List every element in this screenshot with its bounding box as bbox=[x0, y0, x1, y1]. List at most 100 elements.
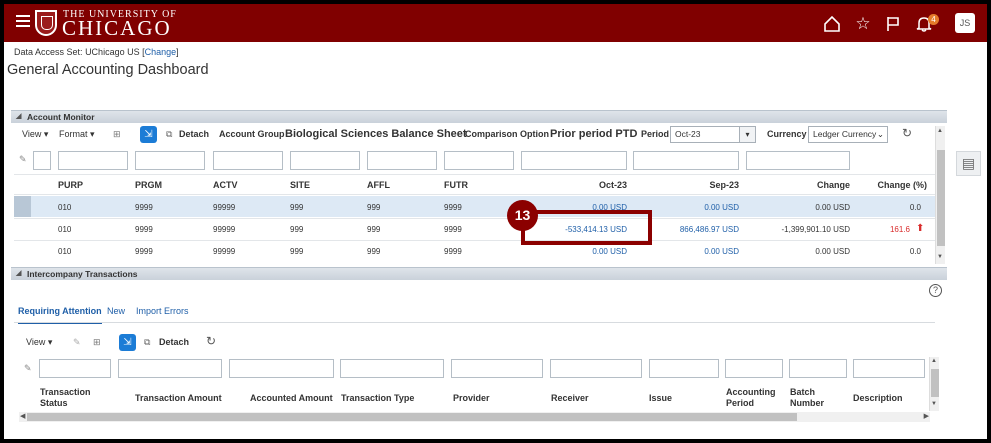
refresh-icon[interactable]: ↻ bbox=[902, 126, 912, 140]
chevron-down-icon[interactable]: ▾ bbox=[739, 127, 755, 142]
column-header[interactable]: Transaction Amount bbox=[135, 393, 222, 403]
column-header[interactable]: FUTR bbox=[444, 180, 468, 190]
sep-amount-link[interactable]: 0.00 USD bbox=[656, 247, 739, 256]
format-menu[interactable]: Format ▾ bbox=[59, 129, 95, 140]
sep-amount-link[interactable]: 866,486.97 USD bbox=[656, 225, 739, 234]
vertical-scrollbar[interactable]: ▲ ▼ bbox=[935, 126, 945, 264]
collapse-triangle-icon[interactable]: ◢ bbox=[16, 268, 21, 280]
page-title: General Accounting Dashboard bbox=[7, 62, 209, 78]
scrollbar-thumb[interactable] bbox=[937, 150, 945, 246]
period-select[interactable]: Oct-23 ▾ bbox=[670, 126, 756, 143]
column-header[interactable]: PURP bbox=[58, 180, 83, 190]
column-header[interactable]: Receiver bbox=[551, 393, 589, 403]
freeze-icon[interactable]: ⊞ bbox=[93, 337, 101, 348]
filter-input[interactable] bbox=[853, 359, 925, 378]
filter-input[interactable] bbox=[340, 359, 444, 378]
filter-input[interactable] bbox=[746, 151, 850, 170]
filter-input[interactable] bbox=[135, 151, 205, 170]
help-icon[interactable]: ? bbox=[929, 284, 942, 297]
account-group-value: Biological Sciences Balance Sheet bbox=[285, 128, 467, 140]
filter-input[interactable] bbox=[451, 359, 543, 378]
filter-input[interactable] bbox=[444, 151, 514, 170]
filter-input[interactable] bbox=[290, 151, 360, 170]
column-header[interactable]: Batch Number bbox=[790, 387, 835, 409]
chevron-down-icon: ⌄ bbox=[876, 129, 884, 139]
column-header[interactable]: Sep-23 bbox=[676, 180, 739, 190]
column-header[interactable]: Description bbox=[853, 393, 903, 403]
user-avatar[interactable]: JS bbox=[955, 13, 975, 33]
scrollbar-thumb[interactable] bbox=[931, 369, 939, 397]
filter-input[interactable] bbox=[33, 151, 51, 170]
scroll-right-icon[interactable]: ▶ bbox=[924, 412, 929, 420]
clear-filter-icon[interactable]: ✎ bbox=[19, 154, 27, 165]
scroll-up-icon[interactable]: ▲ bbox=[931, 358, 937, 364]
column-header[interactable]: Transaction Type bbox=[341, 393, 414, 403]
sep-amount-link[interactable]: 0.00 USD bbox=[656, 203, 739, 212]
currency-select[interactable]: Ledger Currency ⌄ bbox=[808, 126, 888, 143]
university-crest-logo[interactable] bbox=[35, 10, 57, 36]
column-header[interactable]: Oct-23 bbox=[564, 180, 627, 190]
edit-pencil-icon[interactable]: ✎ bbox=[73, 337, 81, 348]
detach-blue-icon[interactable]: ⇲ bbox=[119, 334, 136, 351]
detach-icon: ⧉ bbox=[166, 129, 173, 139]
vertical-scrollbar[interactable]: ▲ ▼ bbox=[929, 357, 939, 411]
filter-input[interactable] bbox=[367, 151, 437, 170]
filter-input[interactable] bbox=[213, 151, 283, 170]
column-header[interactable]: Change (%) bbox=[859, 180, 928, 190]
column-header[interactable]: PRGM bbox=[135, 180, 162, 190]
home-icon[interactable] bbox=[823, 15, 841, 33]
account-monitor-header[interactable]: ◢ Account Monitor bbox=[11, 110, 947, 123]
tab-import-errors[interactable]: Import Errors bbox=[136, 306, 189, 316]
column-header[interactable]: Transaction Status bbox=[40, 387, 110, 409]
table-cell: 9999 bbox=[444, 203, 462, 212]
detach-blue-icon[interactable]: ⇲ bbox=[140, 126, 157, 143]
filter-input[interactable] bbox=[633, 151, 739, 170]
scroll-down-icon[interactable]: ▼ bbox=[931, 401, 937, 407]
change-link[interactable]: Change bbox=[145, 47, 177, 57]
filter-input[interactable] bbox=[725, 359, 783, 378]
table-cell: 9999 bbox=[135, 203, 153, 212]
column-header[interactable]: AFFL bbox=[367, 180, 390, 190]
freeze-icon[interactable]: ⊞ bbox=[113, 129, 121, 140]
divider bbox=[14, 174, 935, 175]
scroll-up-icon[interactable]: ▲ bbox=[937, 128, 943, 134]
menu-icon[interactable] bbox=[16, 15, 30, 27]
scroll-left-icon[interactable]: ◀ bbox=[20, 412, 25, 420]
table-cell: 99999 bbox=[213, 203, 236, 212]
column-header[interactable]: Provider bbox=[453, 393, 490, 403]
filter-input[interactable] bbox=[39, 359, 111, 378]
refresh-icon[interactable]: ↻ bbox=[206, 334, 216, 348]
intercompany-header[interactable]: ◢ Intercompany Transactions bbox=[11, 267, 947, 280]
divider bbox=[14, 194, 935, 195]
row-selector[interactable] bbox=[14, 196, 31, 217]
table-cell: 999 bbox=[367, 247, 381, 256]
column-header[interactable]: Issue bbox=[649, 393, 672, 403]
side-panel-icon[interactable]: ▤ bbox=[956, 151, 981, 176]
scrollbar-thumb[interactable] bbox=[27, 413, 797, 421]
detach-button[interactable]: Detach bbox=[159, 337, 189, 347]
filter-input[interactable] bbox=[229, 359, 334, 378]
view-menu[interactable]: View ▾ bbox=[22, 129, 48, 140]
collapse-triangle-icon[interactable]: ◢ bbox=[16, 111, 21, 123]
filter-input[interactable] bbox=[649, 359, 719, 378]
favorites-star-icon[interactable]: ☆ bbox=[854, 15, 872, 33]
tab-new[interactable]: New bbox=[107, 306, 125, 316]
clear-filter-icon[interactable]: ✎ bbox=[24, 363, 32, 374]
column-header[interactable]: SITE bbox=[290, 180, 310, 190]
table-cell: 99999 bbox=[213, 247, 236, 256]
horizontal-scrollbar[interactable]: ◀ ▶ bbox=[19, 412, 930, 422]
scroll-down-icon[interactable]: ▼ bbox=[937, 254, 943, 260]
flag-icon[interactable] bbox=[884, 15, 902, 33]
oct-amount-link[interactable]: 0.00 USD bbox=[544, 247, 627, 256]
filter-input[interactable] bbox=[58, 151, 128, 170]
detach-button[interactable]: Detach bbox=[179, 129, 209, 139]
column-header[interactable]: Accounted Amount bbox=[250, 393, 333, 403]
column-header[interactable]: ACTV bbox=[213, 180, 238, 190]
filter-input[interactable] bbox=[521, 151, 627, 170]
filter-input[interactable] bbox=[118, 359, 222, 378]
filter-input[interactable] bbox=[550, 359, 642, 378]
column-header[interactable]: Accounting Period bbox=[726, 387, 781, 409]
filter-input[interactable] bbox=[789, 359, 847, 378]
column-header[interactable]: Change bbox=[774, 180, 850, 190]
view-menu[interactable]: View ▾ bbox=[26, 337, 52, 348]
